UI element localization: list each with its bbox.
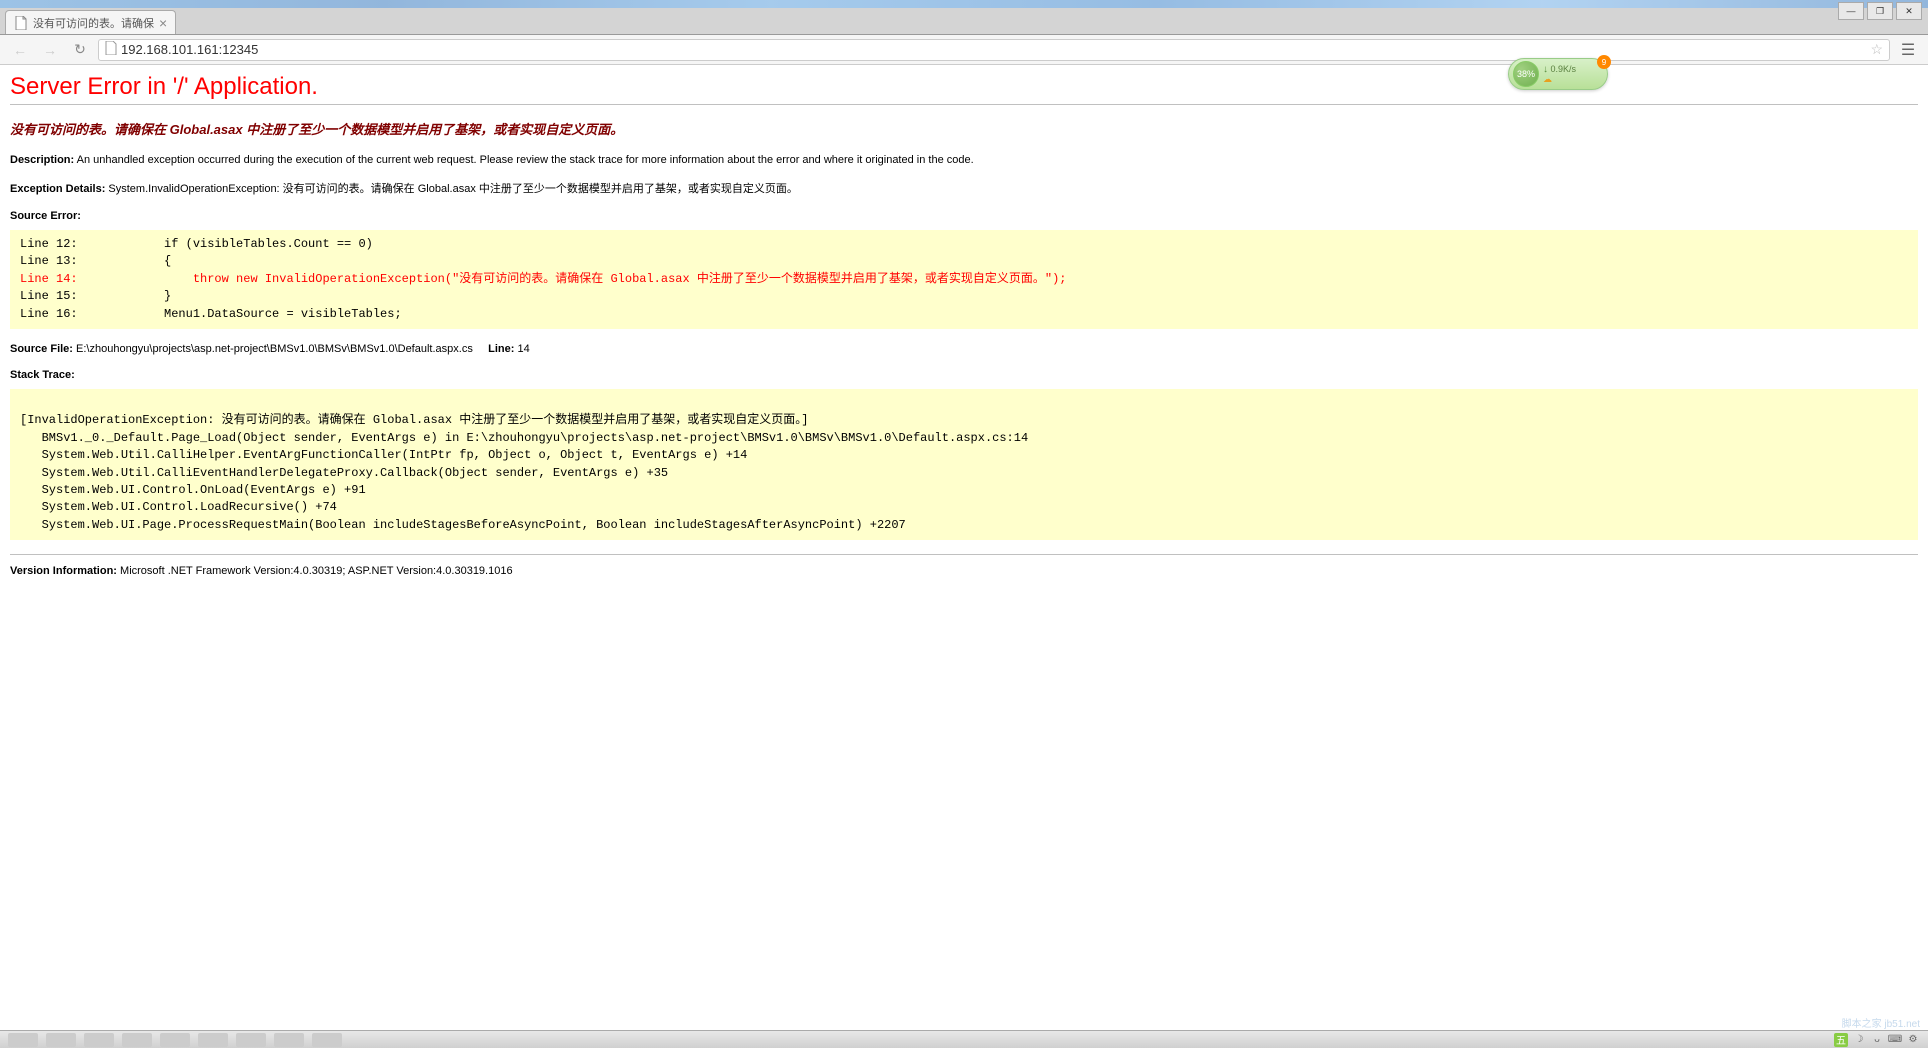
widget-speed: 0.9K/s (1551, 64, 1577, 74)
line-label: Line: (488, 343, 514, 355)
tab-bar: 没有可访问的表。请确保 × — ❐ ✕ (0, 8, 1928, 35)
star-icon[interactable]: ☆ (1870, 41, 1883, 58)
forward-button[interactable]: → (38, 38, 62, 62)
keyboard-icon[interactable]: ⌨ (1888, 1033, 1902, 1047)
taskbar-item[interactable] (274, 1033, 304, 1047)
tab-title: 没有可访问的表。请确保 (33, 15, 154, 31)
stack-trace-block: [InvalidOperationException: 没有可访问的表。请确保在… (10, 389, 1918, 540)
taskbar-items (0, 1033, 342, 1047)
code-line-12: Line 12: if (visibleTables.Count == 0) (20, 237, 373, 251)
taskbar-item[interactable] (122, 1033, 152, 1047)
description-text: An unhandled exception occurred during t… (74, 154, 973, 166)
url-bar: ← → ↻ 192.168.101.161:12345 ☆ ☰ (0, 35, 1928, 65)
back-button[interactable]: ← (8, 38, 32, 62)
taskbar-item[interactable] (84, 1033, 114, 1047)
page-icon (105, 41, 117, 58)
exception-text: System.InvalidOperationException: 没有可访问的… (105, 183, 798, 195)
version-section: Version Information: Microsoft .NET Fram… (10, 565, 1918, 577)
page-content: Server Error in '/' Application. 没有可访问的表… (0, 65, 1928, 585)
minimize-button[interactable]: — (1838, 2, 1864, 20)
code-line-16: Line 16: Menu1.DataSource = visibleTable… (20, 307, 402, 321)
line-number: 14 (514, 343, 529, 355)
system-tray: 五 ☽ ᴗ ⌨ ⚙ (1834, 1033, 1928, 1047)
ime-icon[interactable]: 五 (1834, 1033, 1848, 1047)
page-icon (14, 16, 28, 30)
url-field[interactable]: 192.168.101.161:12345 ☆ (98, 39, 1890, 61)
code-line-14: Line 14: throw new InvalidOperationExcep… (20, 272, 1067, 286)
widget-percent: 38% (1517, 69, 1535, 79)
taskbar-item[interactable] (46, 1033, 76, 1047)
error-msg-pre: 没有可访问的表。请确保在 (10, 122, 170, 137)
cloud-icon: ☁ (1543, 75, 1576, 85)
source-file-path: E:\zhouhongyu\projects\asp.net-project\B… (73, 343, 473, 355)
close-window-button[interactable]: ✕ (1896, 2, 1922, 20)
source-file-label: Source File: (10, 343, 73, 355)
code-line-13: Line 13: { (20, 254, 171, 268)
maximize-button[interactable]: ❐ (1867, 2, 1893, 20)
url-text: 192.168.101.161:12345 (121, 42, 258, 57)
browser-tab[interactable]: 没有可访问的表。请确保 × (5, 10, 176, 34)
taskbar-item[interactable] (198, 1033, 228, 1047)
widget-percent-circle: 38% (1513, 61, 1539, 87)
description-label: Description: (10, 154, 74, 166)
source-file-section: Source File: E:\zhouhongyu\projects\asp.… (10, 343, 1918, 355)
down-arrow-icon: ↓ (1543, 64, 1548, 75)
tab-close-icon[interactable]: × (159, 15, 167, 31)
watermark: 脚本之家 jb51.net (1842, 1015, 1920, 1030)
taskbar-item[interactable] (160, 1033, 190, 1047)
taskbar-item[interactable] (312, 1033, 342, 1047)
error-message: 没有可访问的表。请确保在 Global.asax 中注册了至少一个数据模型并启用… (10, 119, 1918, 138)
stack-trace-label: Stack Trace: (10, 369, 1918, 381)
reload-button[interactable]: ↻ (68, 38, 92, 62)
settings-icon[interactable]: ⚙ (1906, 1033, 1920, 1047)
taskbar: 五 ☽ ᴗ ⌨ ⚙ (0, 1030, 1928, 1048)
window-controls: — ❐ ✕ (1838, 2, 1922, 20)
float-widget[interactable]: 38% ↓ 0.9K/s ☁ 9 (1508, 58, 1608, 90)
error-msg-post: 中注册了至少一个数据模型并启用了基架，或者实现自定义页面。 (243, 122, 624, 137)
source-code-block: Line 12: if (visibleTables.Count == 0) L… (10, 230, 1918, 329)
code-line-15: Line 15: } (20, 289, 171, 303)
taskbar-item[interactable] (8, 1033, 38, 1047)
taskbar-item[interactable] (236, 1033, 266, 1047)
error-title: Server Error in '/' Application. (10, 73, 1918, 101)
widget-info: ↓ 0.9K/s ☁ (1543, 64, 1576, 85)
version-label: Version Information: (10, 565, 117, 577)
window-top-border (0, 0, 1928, 8)
description-section: Description: An unhandled exception occu… (10, 154, 1918, 166)
moon-icon[interactable]: ☽ (1852, 1033, 1866, 1047)
menu-button[interactable]: ☰ (1896, 38, 1920, 62)
divider (10, 104, 1918, 105)
version-text: Microsoft .NET Framework Version:4.0.303… (117, 565, 513, 577)
exception-section: Exception Details: System.InvalidOperati… (10, 180, 1918, 196)
exception-label: Exception Details: (10, 183, 105, 195)
power-icon[interactable]: ᴗ (1870, 1033, 1884, 1047)
error-msg-bold: Global.asax (170, 122, 243, 137)
divider-bottom (10, 554, 1918, 555)
widget-badge: 9 (1597, 55, 1611, 69)
source-error-label: Source Error: (10, 210, 1918, 222)
